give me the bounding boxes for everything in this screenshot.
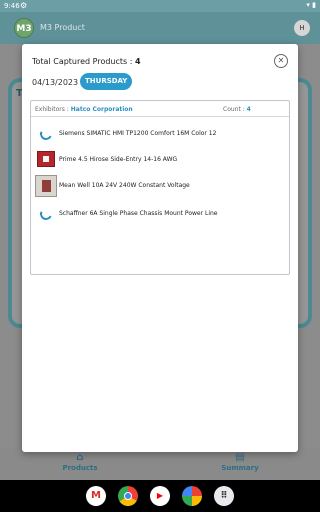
close-icon[interactable]: ✕: [274, 54, 288, 68]
list-item[interactable]: Mean Well 10A 24V 240W Constant Voltage: [35, 175, 285, 197]
dialog-title-count: 4: [134, 57, 141, 66]
user-avatar[interactable]: H: [294, 20, 310, 36]
loading-spinner-icon: [35, 123, 57, 145]
list-item[interactable]: Schaffner 6A Single Phase Chassis Mount …: [35, 203, 285, 225]
settings-icon: ⚙: [20, 1, 28, 10]
count-value: 4: [246, 106, 251, 113]
photos-icon[interactable]: [182, 486, 202, 506]
exhibitor-value: Hatco Corporation: [70, 106, 133, 113]
product-name: Mean Well 10A 24V 240W Constant Voltage: [59, 182, 190, 189]
chrome-icon[interactable]: [118, 486, 138, 506]
captured-products-dialog: Total Captured Products : 4 ✕ 04/13/2023…: [22, 44, 298, 452]
apps-grid-icon[interactable]: ⠿: [214, 486, 234, 506]
app-logo: M3: [14, 18, 34, 38]
wifi-battery-icon: ▾ ▮: [306, 1, 316, 9]
nav-products-label: Products: [62, 464, 98, 472]
app-title: M3 Product: [40, 23, 85, 32]
product-name: Prime 4.5 Hirose Side-Entry 14-16 AWG: [59, 156, 178, 163]
gmail-icon[interactable]: M: [86, 486, 106, 506]
dialog-title-label: Total Captured Products :: [32, 57, 135, 66]
list-item[interactable]: Prime 4.5 Hirose Side-Entry 14-16 AWG: [35, 149, 285, 171]
nav-summary-label: Summary: [221, 464, 259, 472]
product-list: Exhibitors : Hatco Corporation Count : 4…: [30, 100, 290, 275]
loading-spinner-icon: [35, 203, 57, 225]
youtube-icon[interactable]: ▶: [150, 486, 170, 506]
status-bar: 9:46 ⚙ ▾ ▮: [0, 0, 320, 12]
count-field: Count : 4: [223, 106, 251, 113]
capture-date: 04/13/2023: [32, 78, 79, 87]
product-thumbnail: [35, 149, 57, 171]
bottom-nav: ⌂ Products ▤ Summary: [0, 448, 320, 480]
product-name: Schaffner 6A Single Phase Chassis Mount …: [59, 210, 218, 217]
product-name: Siemens SIMATIC HMI TP1200 Comfort 16M C…: [59, 130, 217, 137]
product-thumbnail: [35, 175, 57, 197]
count-label: Count :: [223, 106, 247, 113]
list-header: Exhibitors : Hatco Corporation Count : 4: [31, 101, 289, 117]
exhibitor-field: Exhibitors : Hatco Corporation: [35, 106, 133, 113]
dialog-title: Total Captured Products : 4: [32, 57, 141, 66]
clipboard-icon: ▤: [235, 452, 245, 463]
app-bar: M3 M3 Product H: [0, 12, 320, 44]
day-badge: THURSDAY: [80, 73, 133, 90]
status-time: 9:46: [4, 2, 20, 10]
system-dock: M ▶ ⠿: [0, 480, 320, 512]
list-item[interactable]: Siemens SIMATIC HMI TP1200 Comfort 16M C…: [35, 123, 285, 145]
home-icon: ⌂: [76, 452, 84, 463]
exhibitor-label: Exhibitors :: [35, 106, 71, 113]
